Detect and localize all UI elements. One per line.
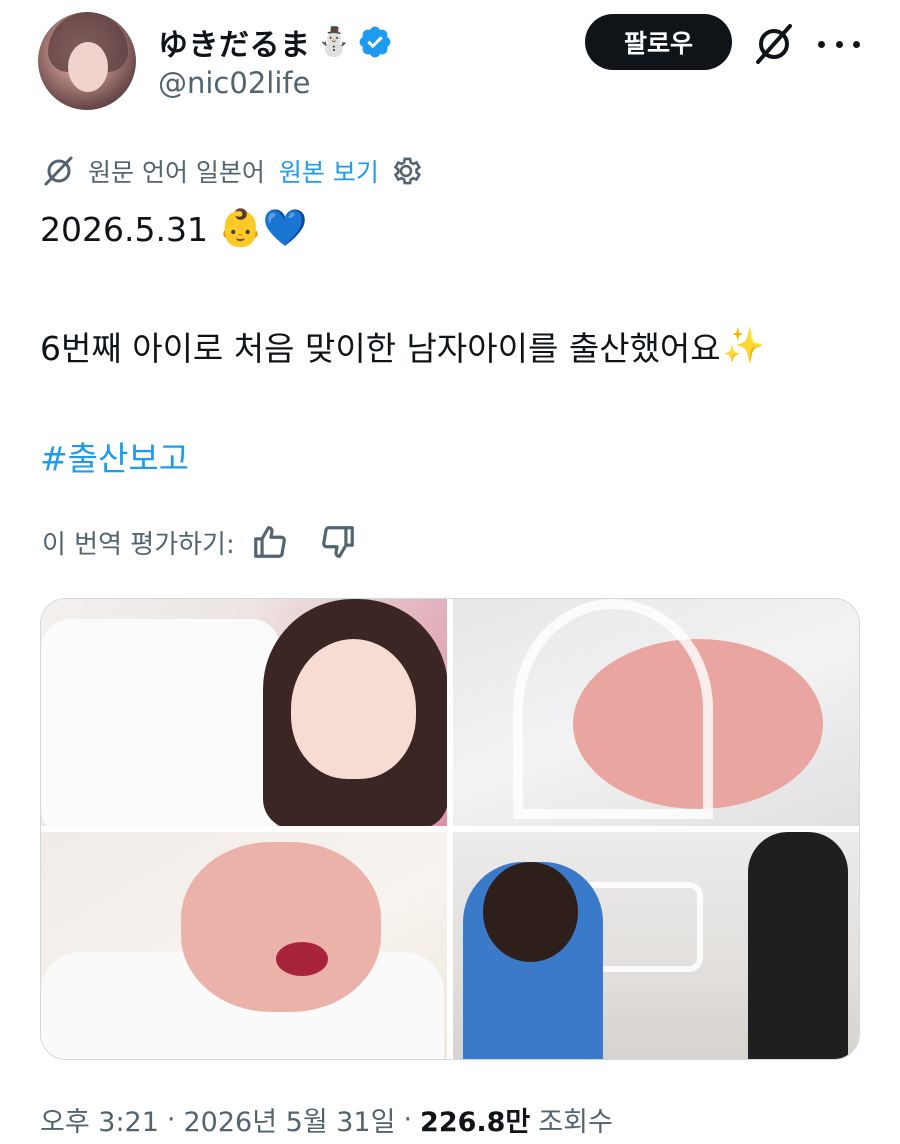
rate-translation-label: 이 번역 평가하기: xyxy=(42,529,235,560)
grok-icon[interactable] xyxy=(752,22,796,66)
post-time[interactable]: 오후 3:21 xyxy=(40,1100,159,1139)
verified-badge-icon[interactable] xyxy=(357,24,393,60)
gear-icon[interactable] xyxy=(389,154,423,188)
name-row[interactable]: ゆきだるま ⛄ xyxy=(158,20,393,64)
show-original-link[interactable]: 원본 보기 xyxy=(279,153,379,189)
photo-baby-in-incubator[interactable] xyxy=(453,599,859,826)
thumbs-down-icon[interactable] xyxy=(319,523,357,561)
post-header: ゆきだるま ⛄ @nic02life 팔로우 xyxy=(0,0,900,130)
snowman-emoji: ⛄ xyxy=(316,25,352,58)
avatar-face xyxy=(68,42,108,92)
post-date-text: 2026.5.31 xyxy=(40,209,208,249)
views-count: 226.8만 xyxy=(420,1107,531,1138)
sparkles-emoji: ✨ xyxy=(722,326,765,366)
thumbs-up-icon[interactable] xyxy=(251,523,289,561)
media-grid xyxy=(40,598,860,1060)
user-handle[interactable]: @nic02life xyxy=(158,66,310,100)
meta-separator-2: · xyxy=(403,1104,413,1135)
post-meta: 오후 3:21 · 2026년 5월 31일 · 226.8만 조회수 xyxy=(40,1100,613,1139)
photo-crying-baby[interactable] xyxy=(41,832,447,1059)
views-label: 조회수 xyxy=(538,1107,613,1138)
more-icon[interactable] xyxy=(818,24,860,64)
post-body: 6번째 아이로 처음 맞이한 남자아이를 출산했어요 ✨ xyxy=(40,322,765,370)
photo-siblings-at-incubator[interactable] xyxy=(453,832,859,1059)
meta-separator: · xyxy=(166,1104,176,1135)
display-name[interactable]: ゆきだるま xyxy=(158,20,311,64)
translation-bar: 원문 언어 일본어 원본 보기 xyxy=(42,150,423,192)
post-date[interactable]: 2026년 5월 31일 xyxy=(184,1100,396,1139)
photo-mother-with-baby[interactable] xyxy=(41,599,447,826)
post-date-line: 2026.5.31 👶💙 xyxy=(40,204,308,254)
follow-button[interactable]: 팔로우 xyxy=(585,14,732,70)
hashtag-link[interactable]: #출산보고 xyxy=(40,432,189,480)
translation-rating: 이 번역 평가하기: xyxy=(42,520,387,564)
avatar[interactable] xyxy=(38,12,136,110)
translation-source-label: 원문 언어 일본어 xyxy=(88,158,265,187)
translate-icon xyxy=(44,156,73,186)
baby-heart-emoji: 👶💙 xyxy=(217,208,308,249)
post-body-text: 6번째 아이로 처음 맞이한 남자아이를 출산했어요 xyxy=(40,329,721,368)
